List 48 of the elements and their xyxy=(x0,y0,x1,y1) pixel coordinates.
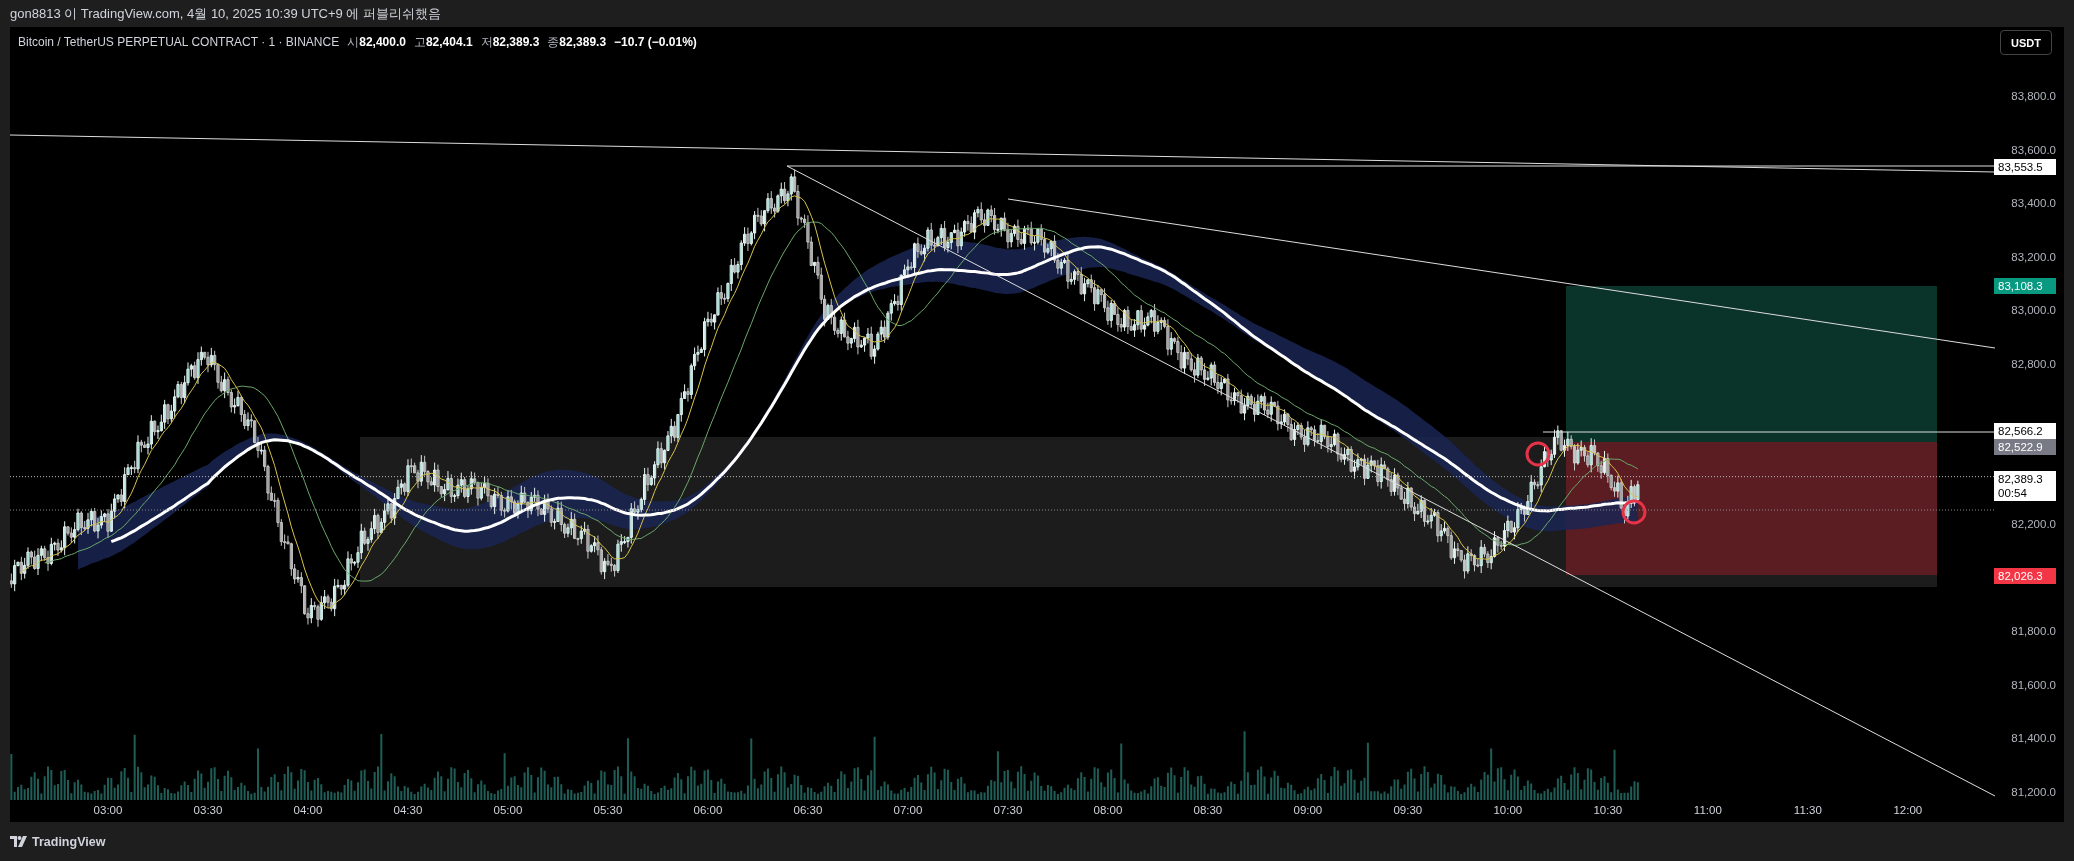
currency-button[interactable]: USDT xyxy=(2000,30,2052,55)
ohlc-value: 저82,389.3 xyxy=(480,34,540,51)
ohlc-value: 시82,400.0 xyxy=(347,34,406,51)
time-tick-label: 05:30 xyxy=(593,804,623,816)
time-tick-label: 08:30 xyxy=(1193,804,1223,816)
attribution-text: gon8813 이 TradingView.com, 4월 10, 2025 10:39 UTC+9 에 퍼블리쉬했음 xyxy=(10,4,441,23)
price-tick-label: 83,600.0 xyxy=(2011,142,2056,157)
change-text: −10.7 (−0.01%) xyxy=(614,35,697,49)
price-label: 83,108.3 xyxy=(1994,278,2056,295)
ohlc-value: 고82,404.1 xyxy=(413,34,473,51)
brand-name: TradingView xyxy=(32,834,106,849)
ohlc-value: 종82,389.3 xyxy=(547,34,607,51)
marker-circle xyxy=(1525,441,1551,467)
time-tick-label: 10:00 xyxy=(1493,804,1523,816)
time-tick-label: 10:30 xyxy=(1593,804,1623,816)
time-tick-label: 09:00 xyxy=(1293,804,1323,816)
price-label: 83,553.5 xyxy=(1994,159,2056,175)
time-tick-label: 12:00 xyxy=(1893,804,1923,816)
price-tick-label: 82,800.0 xyxy=(2011,356,2056,371)
time-tick-label: 08:00 xyxy=(1093,804,1123,816)
price-tick-label: 81,200.0 xyxy=(2011,785,2056,799)
price-tick-label: 81,800.0 xyxy=(2011,624,2056,639)
price-tick-label: 82,200.0 xyxy=(2011,517,2056,532)
price-tick-label: 81,600.0 xyxy=(2011,677,2056,692)
price-label: 82,389.3 00:54 xyxy=(1994,470,2056,501)
time-tick-label: 09:30 xyxy=(1393,804,1423,816)
time-tick-label: 05:00 xyxy=(493,804,523,816)
time-tick-label: 07:00 xyxy=(893,804,923,816)
price-tick-label: 83,000.0 xyxy=(2011,303,2056,318)
price-label: 82,566.2 xyxy=(1994,423,2056,440)
logo-icon xyxy=(10,836,27,847)
time-tick-label: 03:30 xyxy=(193,804,223,816)
price-tick-label: 83,400.0 xyxy=(2011,196,2056,211)
time-tick-label: 06:00 xyxy=(693,804,723,816)
price-tick-label: 83,800.0 xyxy=(2011,89,2056,103)
marker-circle xyxy=(1621,499,1647,525)
time-tick-label: 07:30 xyxy=(993,804,1023,816)
time-tick-label: 04:00 xyxy=(293,804,323,816)
price-label: 82,026.3 xyxy=(1994,567,2056,584)
time-tick-label: 11:30 xyxy=(1793,804,1822,816)
time-tick-label: 04:30 xyxy=(393,804,423,816)
price-tick-label: 83,200.0 xyxy=(2011,249,2056,264)
price-tick-label: 81,400.0 xyxy=(2011,731,2056,746)
time-tick-label: 03:00 xyxy=(93,804,123,816)
time-tick-label: 06:30 xyxy=(793,804,823,816)
time-tick-label: 11:00 xyxy=(1693,804,1722,816)
symbol-text: Bitcoin / TetherUS PERPETUAL CONTRACT · 1 · BINANCE xyxy=(18,35,340,49)
price-label: 82,522.9 xyxy=(1994,439,2056,456)
